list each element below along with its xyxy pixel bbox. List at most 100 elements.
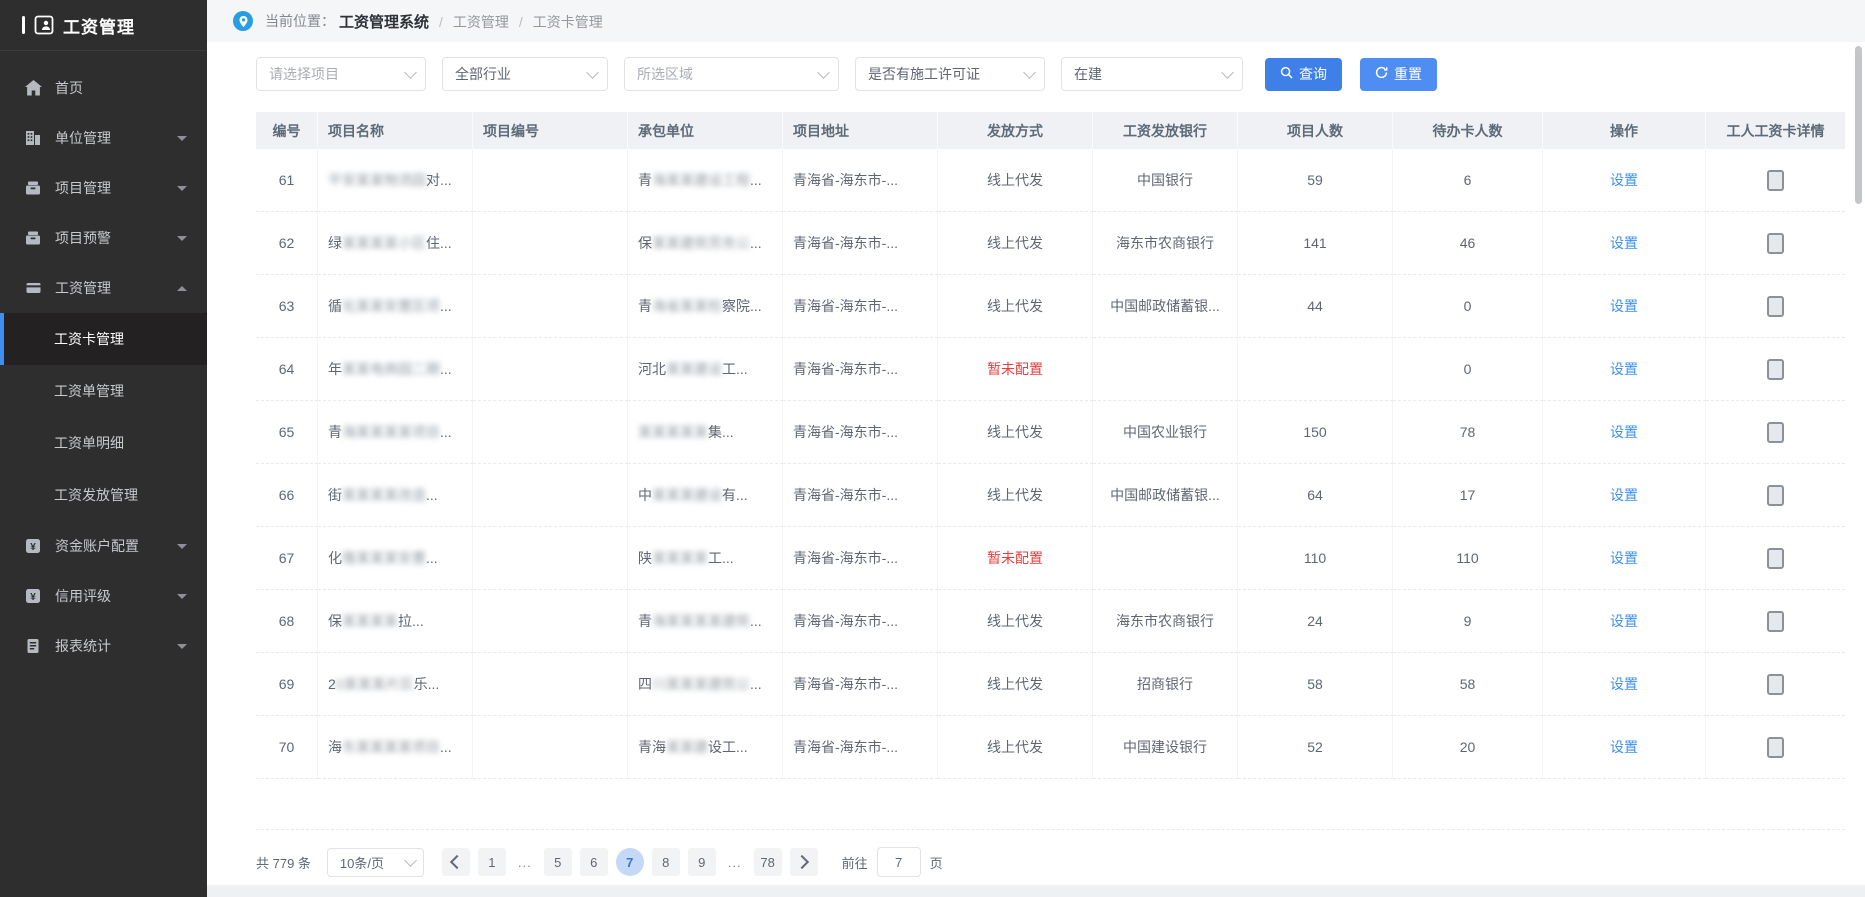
sidebar-subitem-salary-sheet-management[interactable]: 工资单管理 bbox=[0, 365, 207, 417]
chevron-down-icon bbox=[1023, 66, 1036, 79]
sidebar-item-home[interactable]: 首页 bbox=[0, 63, 207, 113]
page-size-value: 10条/页 bbox=[340, 853, 384, 872]
page-button-9[interactable]: 9 bbox=[688, 848, 716, 876]
cell-pay-method: 线上代发 bbox=[938, 653, 1093, 716]
cell-operation: 设置 bbox=[1543, 212, 1706, 275]
cell-card-detail bbox=[1706, 338, 1845, 401]
cell-operation: 设置 bbox=[1543, 716, 1706, 779]
settings-link[interactable]: 设置 bbox=[1610, 548, 1638, 568]
goto-page-input[interactable] bbox=[877, 847, 921, 877]
cell-people-count: 59 bbox=[1238, 149, 1393, 212]
main-area: 当前位置： 工资管理系统/工资管理/工资卡管理 请选择项目全部行业所选区域是否有… bbox=[207, 0, 1865, 897]
breadcrumb-item[interactable]: 工资卡管理 bbox=[533, 14, 603, 30]
page-button-5[interactable]: 5 bbox=[544, 848, 572, 876]
cell-id: 67 bbox=[256, 527, 318, 590]
page-button-1[interactable]: 1 bbox=[478, 848, 506, 876]
breadcrumb-item[interactable]: 工资管理 bbox=[453, 14, 509, 30]
worker-card-detail-icon[interactable] bbox=[1767, 611, 1784, 632]
location-pin-icon bbox=[233, 11, 253, 31]
sidebar-item-report-statistics[interactable]: 报表统计 bbox=[0, 621, 207, 671]
breadcrumb-trail: 工资管理系统/工资管理/工资卡管理 bbox=[339, 11, 603, 32]
region-select[interactable]: 所选区域 bbox=[624, 57, 839, 91]
breadcrumb: 当前位置： 工资管理系统/工资管理/工资卡管理 bbox=[207, 0, 1865, 42]
cell-address: 青海省-海东市-... bbox=[783, 716, 938, 779]
page-button-7[interactable]: 7 bbox=[616, 848, 644, 876]
contractor-blurred-text: 某某建筑劳务公 bbox=[652, 233, 750, 253]
breadcrumb-root[interactable]: 工资管理系统 bbox=[339, 14, 429, 31]
settings-link[interactable]: 设置 bbox=[1610, 296, 1638, 316]
cell-id: 66 bbox=[256, 464, 318, 527]
worker-card-detail-icon[interactable] bbox=[1767, 737, 1784, 758]
cell-operation: 设置 bbox=[1543, 527, 1706, 590]
settings-link[interactable]: 设置 bbox=[1610, 737, 1638, 757]
settings-link[interactable]: 设置 bbox=[1610, 422, 1638, 442]
cell-card-detail bbox=[1706, 275, 1845, 338]
worker-card-detail-icon[interactable] bbox=[1767, 485, 1784, 506]
contractor-visible-prefix: 河北 bbox=[638, 359, 666, 379]
worker-card-detail-icon[interactable] bbox=[1767, 548, 1784, 569]
industry-select[interactable]: 全部行业 bbox=[442, 57, 608, 91]
sidebar-item-project-warning[interactable]: 项目预警 bbox=[0, 213, 207, 263]
cell-card-detail bbox=[1706, 464, 1845, 527]
cell-project-code bbox=[473, 464, 628, 527]
page-button-8[interactable]: 8 bbox=[652, 848, 680, 876]
table-header-row: 编号项目名称项目编号承包单位项目地址发放方式工资发放银行项目人数待办卡人数操作工… bbox=[256, 112, 1845, 149]
worker-card-detail-icon[interactable] bbox=[1767, 359, 1784, 380]
sidebar-item-fund-account-config[interactable]: ¥资金账户配置 bbox=[0, 521, 207, 571]
breadcrumb-separator: / bbox=[519, 14, 523, 30]
worker-card-detail-icon[interactable] bbox=[1767, 233, 1784, 254]
cell-pay-method: 线上代发 bbox=[938, 275, 1093, 338]
page-ellipsis[interactable]: ... bbox=[514, 848, 536, 876]
cell-project-name: 街某某某某改造... bbox=[318, 464, 473, 527]
sidebar-subitem-salary-sheet-detail[interactable]: 工资单明细 bbox=[0, 417, 207, 469]
settings-link[interactable]: 设置 bbox=[1610, 233, 1638, 253]
scrollbar[interactable] bbox=[1855, 46, 1862, 204]
cell-address: 青海省-海东市-... bbox=[783, 401, 938, 464]
settings-link[interactable]: 设置 bbox=[1610, 674, 1638, 694]
cell-id: 63 bbox=[256, 275, 318, 338]
settings-link[interactable]: 设置 bbox=[1610, 170, 1638, 190]
query-button[interactable]: 查询 bbox=[1265, 58, 1342, 91]
sidebar-item-project-management[interactable]: 项目管理 bbox=[0, 163, 207, 213]
settings-link[interactable]: 设置 bbox=[1610, 611, 1638, 631]
contractor-visible-prefix: 青 bbox=[638, 296, 652, 316]
page-button-78[interactable]: 78 bbox=[754, 848, 782, 876]
project-name-visible-prefix: 保 bbox=[328, 611, 342, 631]
worker-card-detail-icon[interactable] bbox=[1767, 170, 1784, 191]
page-size-select[interactable]: 10条/页 bbox=[327, 848, 424, 877]
chevron-down-icon bbox=[817, 66, 830, 79]
settings-link[interactable]: 设置 bbox=[1610, 359, 1638, 379]
cell-people-count: 110 bbox=[1238, 527, 1393, 590]
worker-card-detail-icon[interactable] bbox=[1767, 296, 1784, 317]
sidebar-item-salary-management[interactable]: 工资管理 bbox=[0, 263, 207, 313]
archive-icon bbox=[24, 179, 42, 197]
sidebar-item-credit-rating[interactable]: ¥信用评级 bbox=[0, 571, 207, 621]
permit-select[interactable]: 是否有施工许可证 bbox=[855, 57, 1045, 91]
cell-contractor: 青海某某建设工程... bbox=[628, 149, 783, 212]
reset-button[interactable]: 重置 bbox=[1360, 58, 1437, 91]
project-name-blurred-text: 海某某某某项目 bbox=[342, 422, 440, 442]
cell-card-detail bbox=[1706, 527, 1845, 590]
sidebar-subitem-salary-payment-management[interactable]: 工资发放管理 bbox=[0, 469, 207, 521]
worker-card-detail-icon[interactable] bbox=[1767, 422, 1784, 443]
sidebar-subitem-label: 工资卡管理 bbox=[54, 329, 124, 349]
sidebar-item-unit-management[interactable]: 单位管理 bbox=[0, 113, 207, 163]
project-name-blurred-text: 平安某某物流园 bbox=[328, 170, 426, 190]
prev-page-button[interactable] bbox=[442, 848, 470, 876]
page-ellipsis[interactable]: ... bbox=[724, 848, 746, 876]
worker-card-detail-icon[interactable] bbox=[1767, 674, 1784, 695]
cell-people-count: 58 bbox=[1238, 653, 1393, 716]
settings-link[interactable]: 设置 bbox=[1610, 485, 1638, 505]
cell-pending-card-count: 58 bbox=[1393, 653, 1543, 716]
sidebar-subitem-salary-card-management[interactable]: 工资卡管理 bbox=[0, 313, 207, 365]
status-select[interactable]: 在建 bbox=[1061, 57, 1243, 91]
contractor-visible-prefix: 青 bbox=[638, 611, 652, 631]
page-button-6[interactable]: 6 bbox=[580, 848, 608, 876]
project-select[interactable]: 请选择项目 bbox=[256, 57, 426, 91]
cell-pending-card-count: 6 bbox=[1393, 149, 1543, 212]
cell-contractor: 四川某某某建筑公... bbox=[628, 653, 783, 716]
cell-contractor: 某某某某某集... bbox=[628, 401, 783, 464]
next-page-button[interactable] bbox=[790, 848, 818, 876]
select-value: 所选区域 bbox=[637, 64, 693, 84]
sidebar-item-label: 信用评级 bbox=[55, 586, 177, 606]
